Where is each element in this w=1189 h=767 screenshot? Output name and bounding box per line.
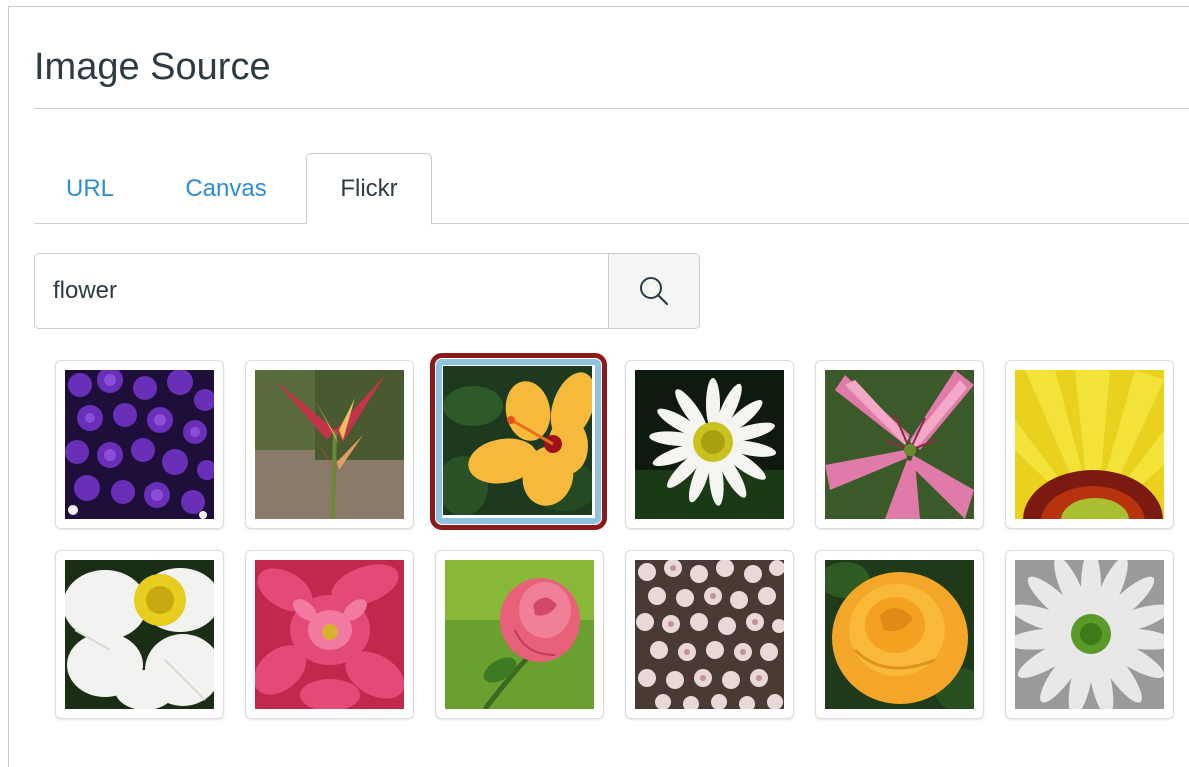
result-thumbnail[interactable]	[815, 360, 984, 529]
yellow-gazania-thumbnail	[1015, 370, 1164, 519]
search-icon	[640, 277, 669, 306]
orange-rose-thumbnail	[825, 560, 974, 709]
orange-hibiscus-thumbnail	[443, 366, 592, 515]
tabs-divider	[34, 223, 1189, 224]
pink-dahlia-thumbnail	[255, 560, 404, 709]
search-button[interactable]	[608, 254, 699, 328]
tab-canvas[interactable]: Canvas	[160, 154, 292, 223]
result-thumbnail[interactable]	[55, 550, 224, 719]
white-poppy-thumbnail	[65, 560, 214, 709]
result-thumbnail[interactable]	[435, 550, 604, 719]
purple-violets-thumbnail	[65, 370, 214, 519]
white-daisy-closeup-thumbnail	[1015, 560, 1164, 709]
result-thumbnail[interactable]	[625, 360, 794, 529]
heliconia-thumbnail	[255, 370, 404, 519]
white-daisy-thumbnail	[635, 370, 784, 519]
tab-url[interactable]: URL	[40, 154, 140, 223]
result-thumbnail[interactable]	[815, 550, 984, 719]
result-thumbnail[interactable]	[55, 360, 224, 529]
pale-blossom-cluster-thumbnail	[635, 560, 784, 709]
dialog-title: Image Source	[34, 46, 271, 88]
result-thumbnail[interactable]	[1005, 360, 1174, 529]
result-thumbnail[interactable]	[245, 360, 414, 529]
result-thumbnail[interactable]	[245, 550, 414, 719]
title-divider	[34, 108, 1189, 109]
result-thumbnail[interactable]	[625, 550, 794, 719]
result-thumbnail-selected[interactable]	[430, 353, 607, 530]
pink-rose-thumbnail	[445, 560, 594, 709]
result-thumbnail[interactable]	[1005, 550, 1174, 719]
search-bar	[34, 253, 700, 329]
tab-flickr[interactable]: Flickr	[306, 153, 432, 225]
search-input[interactable]	[35, 254, 608, 328]
pink-lily-thumbnail	[825, 370, 974, 519]
